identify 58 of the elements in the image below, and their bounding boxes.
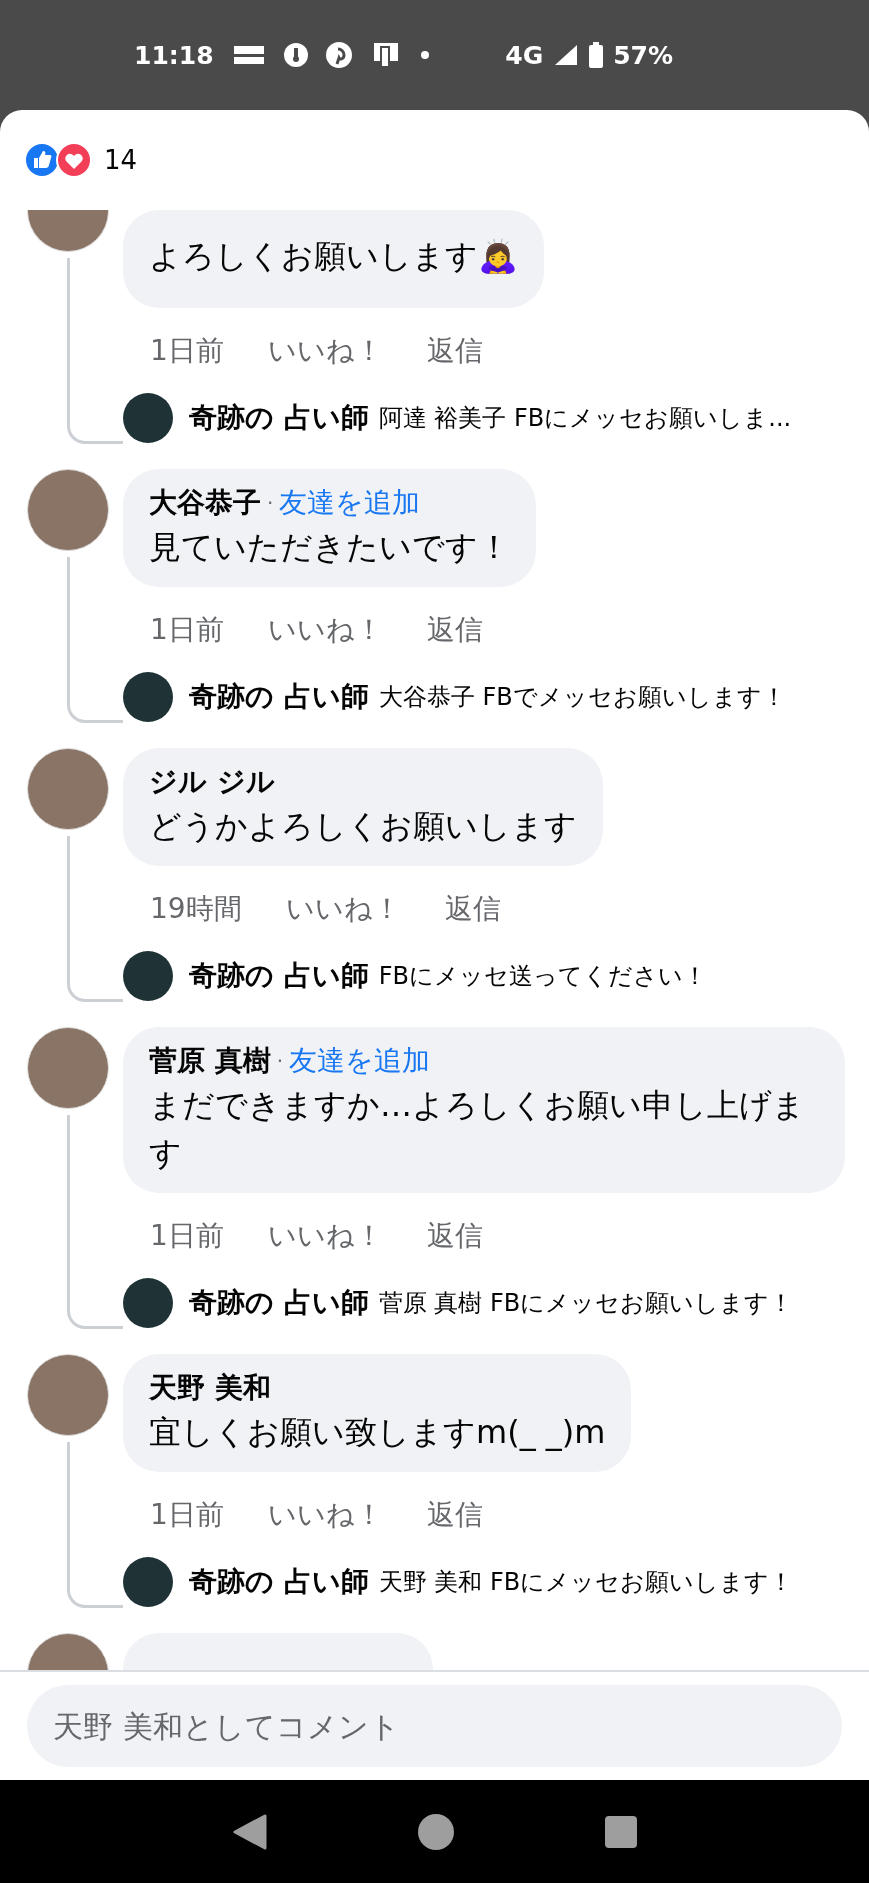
reply-text: FBにメッセ送ってください！ xyxy=(378,961,708,992)
comment-time: 19時間 xyxy=(150,890,242,927)
reply-text: 菅原 真樹 FBにメッセお願いします！ xyxy=(378,1288,794,1319)
signal-icon xyxy=(553,43,580,67)
separator-dot: · xyxy=(267,490,274,517)
dot-icon xyxy=(419,50,430,60)
like-button[interactable]: いいね！ xyxy=(267,331,383,370)
reply-button[interactable]: 返信 xyxy=(426,1495,483,1534)
battery-icon xyxy=(589,42,604,68)
commenter-name[interactable]: 大谷恭子 xyxy=(149,483,261,523)
recents-icon[interactable] xyxy=(604,1815,637,1848)
reply-author[interactable]: 奇跡の 占い師 xyxy=(189,678,369,716)
reply-button[interactable]: 返信 xyxy=(426,1216,483,1255)
back-icon[interactable] xyxy=(232,1813,267,1850)
comment-time: 1日前 xyxy=(150,611,224,648)
reply-button[interactable]: 返信 xyxy=(426,610,483,649)
commenter-name[interactable]: 天野 美和 xyxy=(149,1368,271,1408)
avatar-photo[interactable] xyxy=(123,951,173,1001)
comment-text: 見ていただきたいです！ xyxy=(149,527,510,568)
like-icon xyxy=(24,142,60,178)
home-icon[interactable] xyxy=(416,1812,455,1851)
comment-input[interactable]: 天野 美和としてコメント xyxy=(27,1685,842,1767)
reply-author[interactable]: 奇跡の 占い師 xyxy=(189,1563,369,1601)
reply-text: 天野 美和 FBにメッセお願いします！ xyxy=(378,1567,794,1598)
avatar-photo[interactable] xyxy=(123,1278,173,1328)
commenter-name[interactable]: ジル ジル xyxy=(149,762,275,802)
avatar-photo[interactable] xyxy=(123,393,173,443)
avatar-photo[interactable] xyxy=(123,1557,173,1607)
reply-text: 阿達 裕美子 FBにメッセお願いしま... xyxy=(378,403,792,434)
reply-author[interactable]: 奇跡の 占い師 xyxy=(189,399,369,437)
commenter-name[interactable]: 菅原 真樹 xyxy=(149,1041,271,1081)
app-icon xyxy=(231,44,266,66)
like-button[interactable]: いいね！ xyxy=(267,610,383,649)
battery-percent: 57% xyxy=(613,40,673,70)
comment-text: どうかよろしくお願いします xyxy=(149,806,577,847)
like-button[interactable]: いいね！ xyxy=(285,889,401,928)
reply-button[interactable]: 返信 xyxy=(444,889,501,928)
like-button[interactable]: いいね！ xyxy=(267,1216,383,1255)
reaction-count: 14 xyxy=(104,145,138,175)
reply-author[interactable]: 奇跡の 占い師 xyxy=(189,1284,369,1322)
reply-author[interactable]: 奇跡の 占い師 xyxy=(189,957,369,995)
add-friend-link[interactable]: 友達を追加 xyxy=(289,1041,431,1081)
comment-text: まだできますか…よろしくお願い申し上げます xyxy=(149,1085,806,1174)
separator-dot: · xyxy=(276,1048,284,1075)
avatar-photo[interactable] xyxy=(123,672,173,722)
thermometer-icon xyxy=(283,43,308,67)
reply-text: 大谷恭子 FBでメッセお願いします！ xyxy=(378,682,786,713)
comment-text: よろしくお願いします🙇‍♀ xyxy=(149,236,518,277)
comment-time: 1日前 xyxy=(150,1217,224,1254)
comment-time: 1日前 xyxy=(150,1496,224,1533)
network-label: 4G xyxy=(505,40,544,70)
clock: 11:18 xyxy=(134,40,214,70)
add-friend-link[interactable]: 友達を追加 xyxy=(279,483,421,523)
comment-time: 1日前 xyxy=(150,332,224,369)
comment-text: 宜しくお願い致しますm(_ _)m xyxy=(149,1412,606,1453)
pin-logo-icon xyxy=(325,42,352,68)
like-button[interactable]: いいね！ xyxy=(267,1495,383,1534)
reply-button[interactable]: 返信 xyxy=(426,331,483,370)
